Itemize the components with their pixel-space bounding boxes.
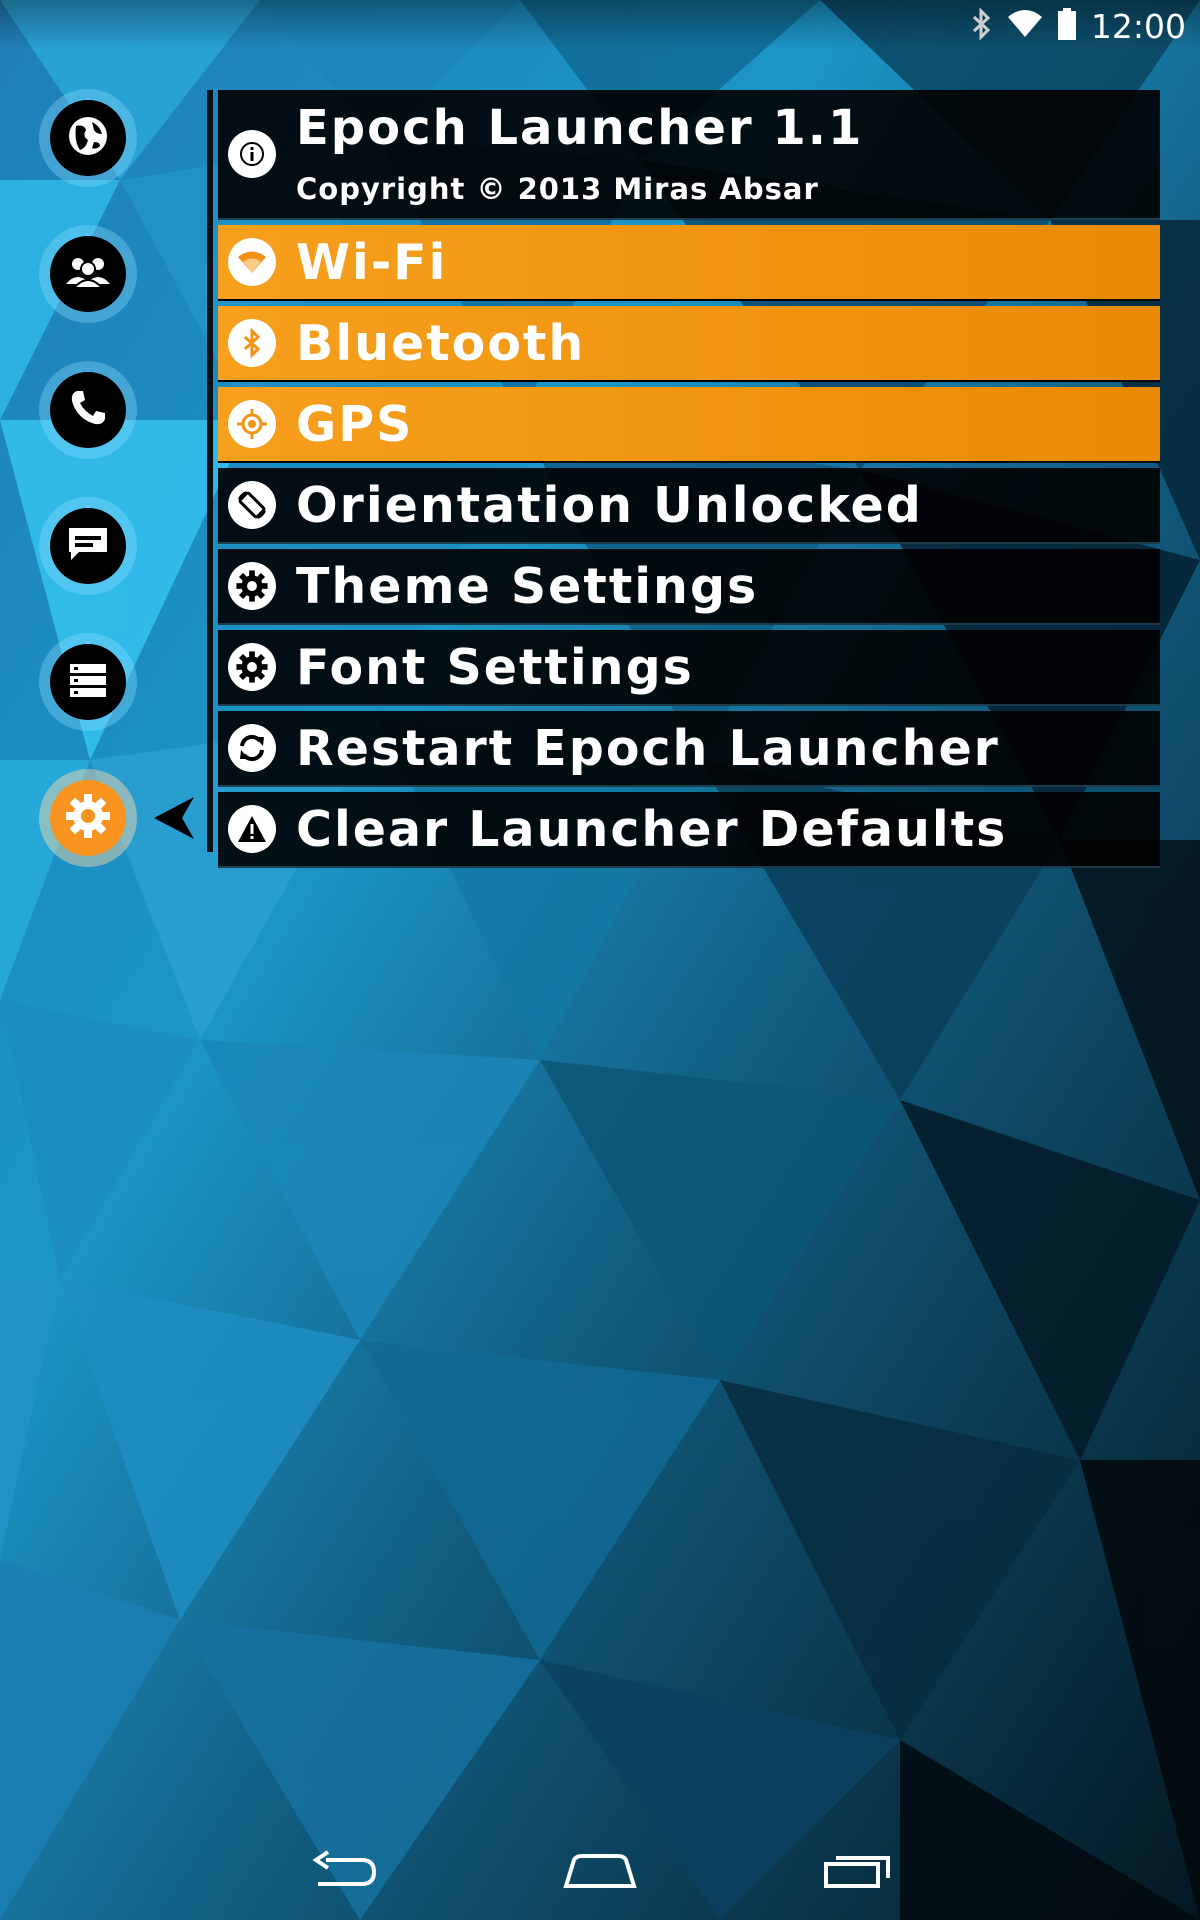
status-time: 12:00	[1090, 6, 1186, 46]
gps-label: GPS	[296, 395, 414, 453]
gear-icon	[64, 792, 112, 844]
wifi-toggle[interactable]: Wi-Fi	[218, 225, 1160, 301]
warning-icon	[228, 805, 276, 853]
gps-toggle[interactable]: GPS	[218, 387, 1160, 463]
clear-defaults-label: Clear Launcher Defaults	[296, 800, 1008, 858]
theme-settings-label: Theme Settings	[296, 557, 759, 615]
selection-pointer-icon	[152, 795, 196, 845]
restart-launcher-label: Restart Epoch Launcher	[296, 719, 1000, 777]
font-settings-item[interactable]: Font Settings	[218, 630, 1160, 706]
wifi-icon	[1007, 9, 1043, 43]
dock-phone-button[interactable]	[39, 361, 137, 459]
gear-icon	[228, 643, 276, 691]
list-icon	[68, 662, 108, 702]
back-icon	[308, 1850, 378, 1894]
bluetooth-icon	[228, 319, 276, 367]
recents-icon	[822, 1850, 892, 1894]
back-button[interactable]	[298, 1842, 388, 1902]
dock-settings-button[interactable]	[39, 769, 137, 867]
message-icon	[67, 526, 109, 566]
orientation-label: Orientation Unlocked	[296, 476, 923, 534]
bluetooth-label: Bluetooth	[296, 314, 586, 372]
bluetooth-icon	[971, 7, 993, 44]
home-button[interactable]	[555, 1842, 645, 1902]
theme-settings-item[interactable]: Theme Settings	[218, 549, 1160, 625]
bluetooth-toggle[interactable]: Bluetooth	[218, 306, 1160, 382]
battery-icon	[1057, 8, 1077, 44]
recents-button[interactable]	[812, 1842, 902, 1902]
home-icon	[562, 1850, 638, 1894]
info-icon	[228, 130, 276, 178]
orientation-toggle[interactable]: Orientation Unlocked	[218, 468, 1160, 544]
refresh-icon	[228, 724, 276, 772]
navigation-bar	[0, 1824, 1200, 1920]
restart-launcher-item[interactable]: Restart Epoch Launcher	[218, 711, 1160, 787]
globe-icon	[66, 114, 110, 162]
app-title: Epoch Launcher 1.1	[296, 100, 864, 156]
dock-list-button[interactable]	[39, 633, 137, 731]
panel-header[interactable]: Epoch Launcher 1.1 Copyright © 2013 Mira…	[218, 90, 1160, 220]
status-bar: 12:00	[0, 0, 1200, 50]
dock-people-button[interactable]	[39, 225, 137, 323]
rotation-icon	[228, 481, 276, 529]
settings-panel: Epoch Launcher 1.1 Copyright © 2013 Mira…	[218, 90, 1160, 873]
panel-divider	[207, 90, 213, 852]
phone-icon	[69, 389, 107, 431]
clear-defaults-item[interactable]: Clear Launcher Defaults	[218, 792, 1160, 868]
copyright-text: Copyright © 2013 Miras Absar	[296, 172, 819, 206]
dock-globe-button[interactable]	[39, 89, 137, 187]
gps-icon	[228, 400, 276, 448]
gear-icon	[228, 562, 276, 610]
dock-message-button[interactable]	[39, 497, 137, 595]
font-settings-label: Font Settings	[296, 638, 694, 696]
wifi-icon	[228, 238, 276, 286]
people-icon	[64, 254, 112, 294]
wifi-label: Wi-Fi	[296, 233, 448, 291]
